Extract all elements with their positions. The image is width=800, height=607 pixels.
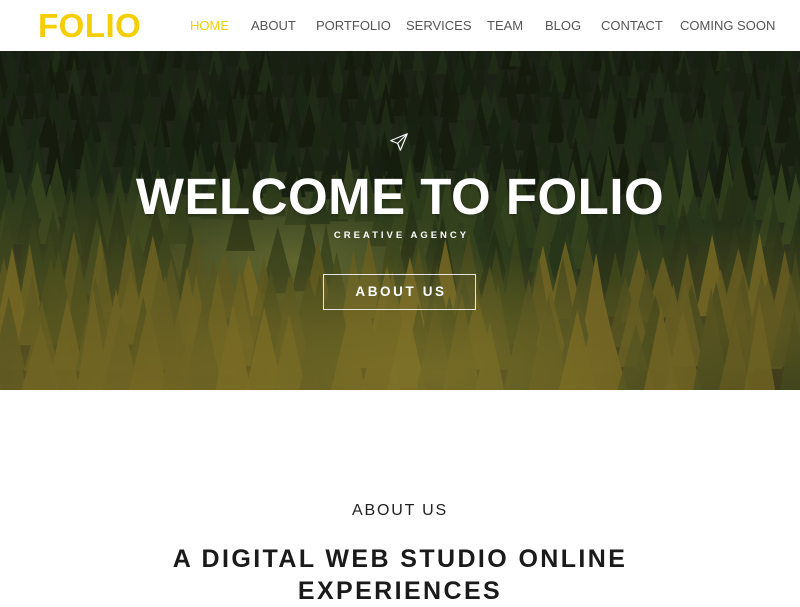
nav-item-coming-soon[interactable]: COMING SOON xyxy=(680,18,775,33)
about-section: ABOUT US A DIGITAL WEB STUDIO ONLINE EXP… xyxy=(0,390,800,605)
nav-item-home[interactable]: HOME xyxy=(190,18,229,33)
nav-item-services[interactable]: SERVICES xyxy=(406,18,472,33)
nav-item-team[interactable]: TEAM xyxy=(487,18,523,33)
hero-subtitle: CREATIVE AGENCY xyxy=(333,230,470,241)
hero-title: WELCOME TO FOLIO xyxy=(135,168,665,225)
nav-item-portfolio[interactable]: PORTFOLIO xyxy=(316,18,391,33)
nav-item-contact[interactable]: CONTACT xyxy=(601,18,663,33)
about-eyebrow: ABOUT US xyxy=(352,502,448,519)
main-nav: HOME ABOUT PORTFOLIO SERVICES TEAM BLOG … xyxy=(0,0,800,51)
nav-item-blog[interactable]: BLOG xyxy=(545,18,581,33)
site-header: FOLIO HOME ABOUT PORTFOLIO SERVICES TEAM… xyxy=(0,0,800,51)
hero-section: WELCOME TO FOLIO CREATIVE AGENCY ABOUT U… xyxy=(0,51,800,390)
nav-item-about[interactable]: ABOUT xyxy=(251,18,296,33)
about-us-button[interactable]: ABOUT US xyxy=(323,274,476,310)
about-heading: A DIGITAL WEB STUDIO ONLINE EXPERIENCES xyxy=(172,545,628,605)
paper-plane-icon xyxy=(390,133,408,151)
